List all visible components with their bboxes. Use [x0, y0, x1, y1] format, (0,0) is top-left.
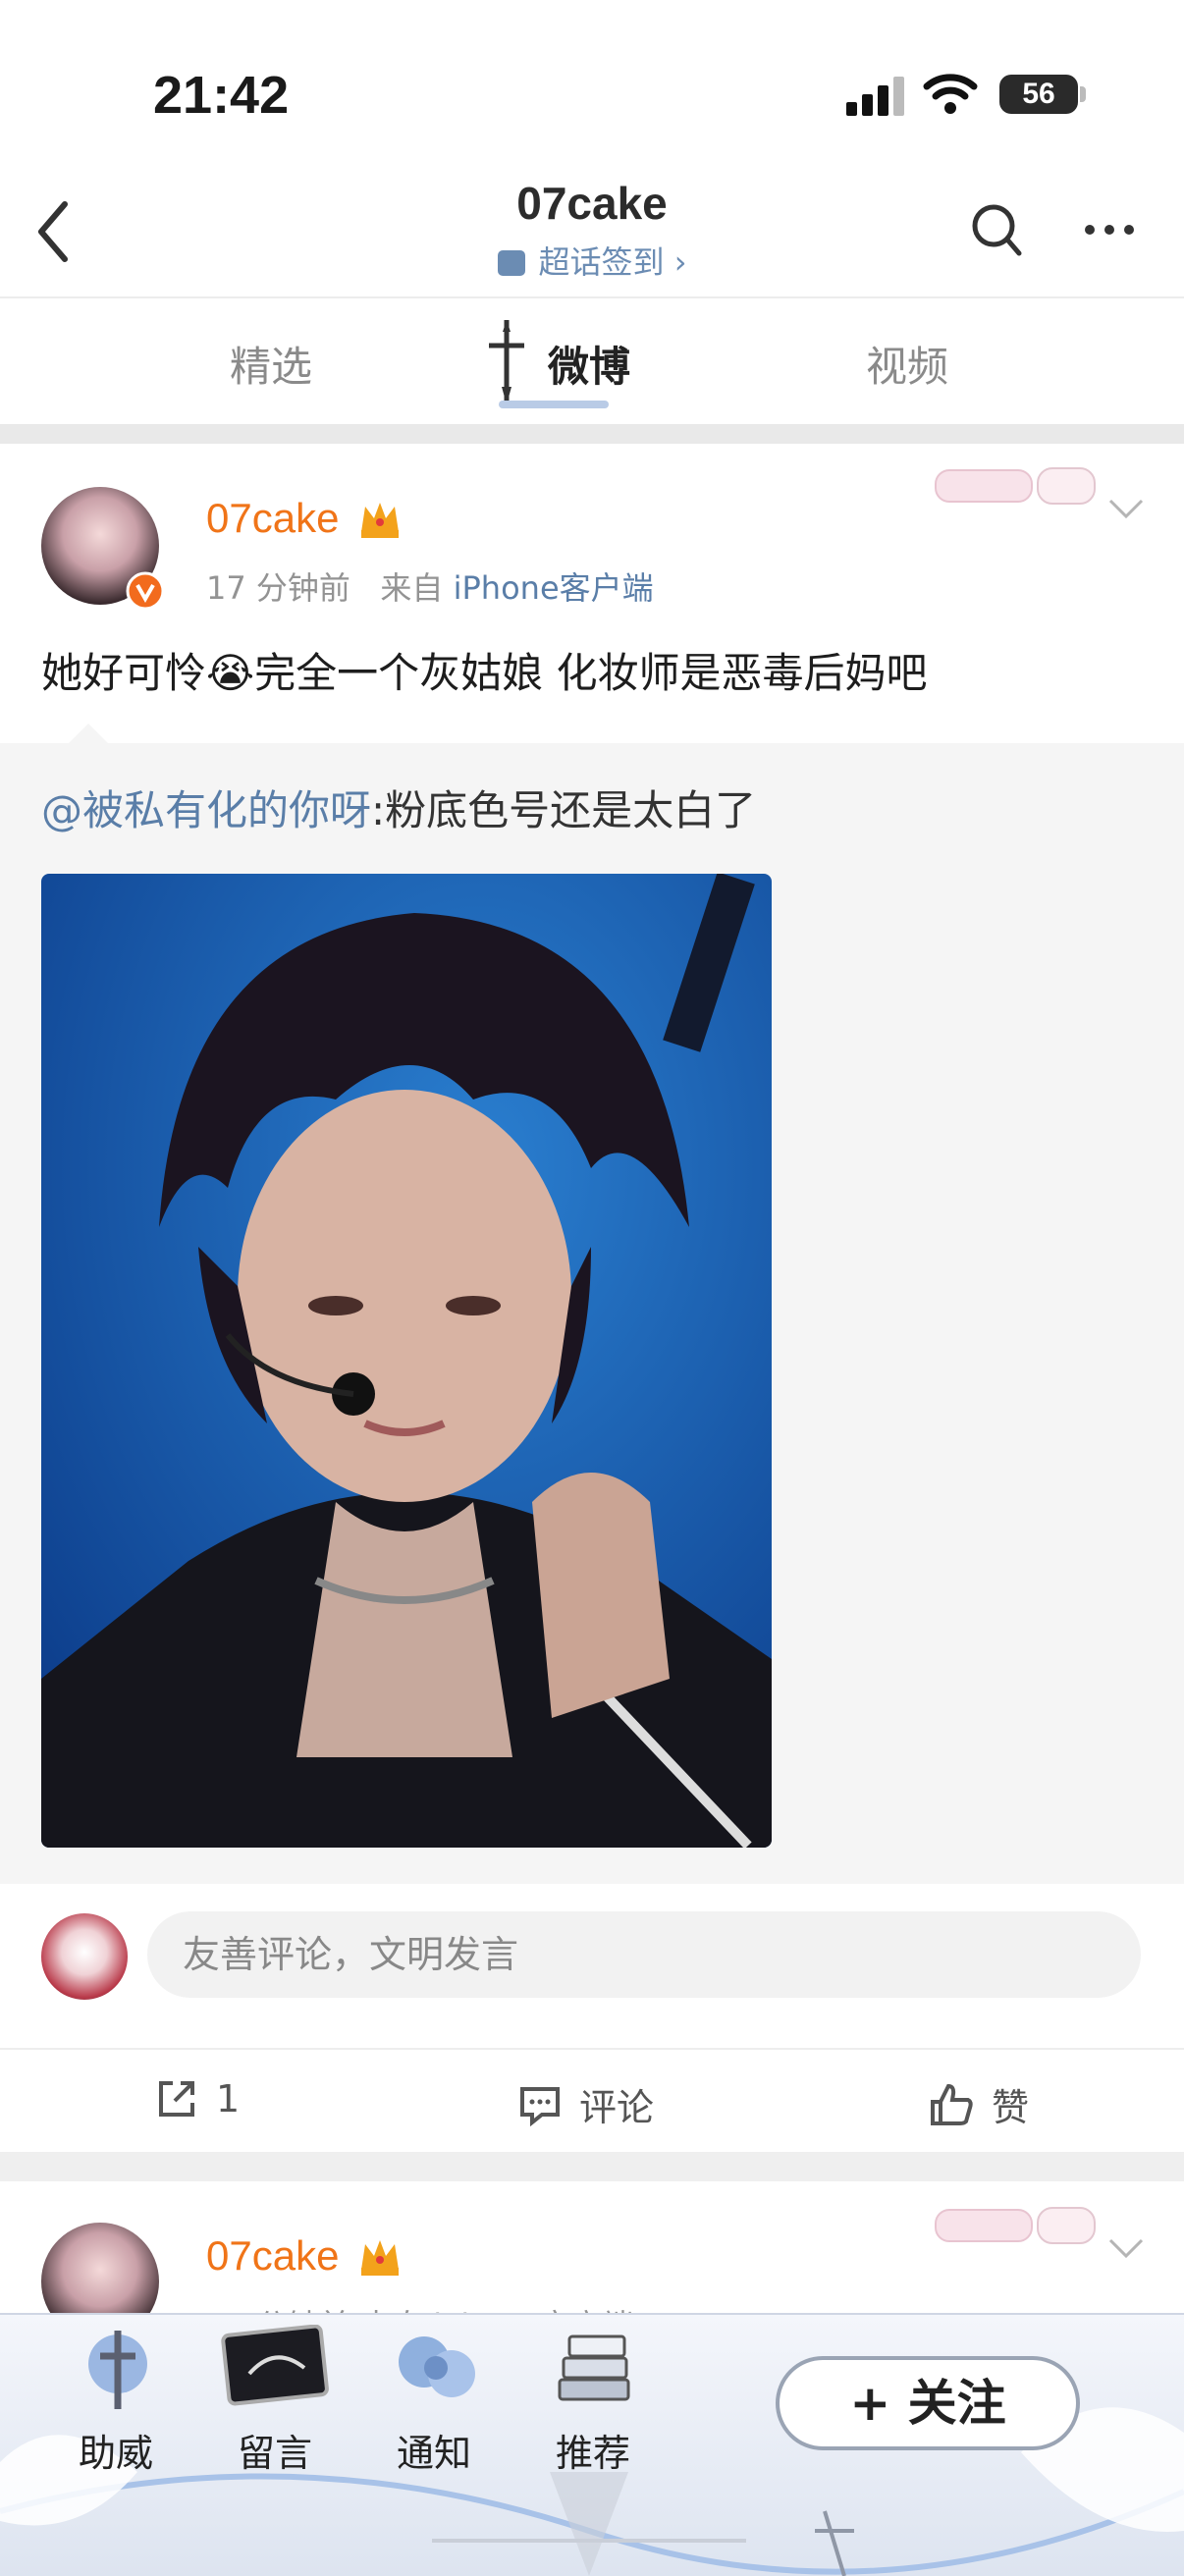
- message-icon: [221, 2325, 329, 2406]
- battery-indicator: 56: [999, 75, 1078, 114]
- repost-count: 1: [216, 2077, 241, 2120]
- nav-header: 07cake 超话签到 ›: [0, 177, 1184, 298]
- cellular-signal-icon: [846, 77, 904, 116]
- chevron-down-icon[interactable]: [1107, 497, 1145, 520]
- post2-username[interactable]: 07cake: [206, 2232, 339, 2280]
- comment-label: 评论: [579, 2086, 655, 2129]
- post-meta: 17 分钟前 来自 iPhone客户端: [206, 564, 654, 609]
- status-time: 21:42: [153, 66, 290, 125]
- checkin-calendar-icon: [497, 250, 525, 276]
- post-card: 07cake 17 分钟前 来自 iPhone客户端 她好可怜😭完全一个灰姑娘 …: [0, 444, 1184, 2152]
- comment-icon: [520, 2086, 560, 2126]
- like-button[interactable]: 赞: [929, 2077, 1029, 2131]
- post-photo[interactable]: [41, 874, 772, 1848]
- more-options-icon[interactable]: [1082, 222, 1137, 238]
- quoted-mention[interactable]: @被私有化的你呀: [41, 786, 371, 834]
- bottom-item-message-label: 留言: [237, 2432, 312, 2475]
- decoration-sticker: [935, 469, 1033, 503]
- current-user-avatar: [41, 1913, 128, 2000]
- cat-sticker: [1037, 2207, 1096, 2244]
- rose-notify-icon: [399, 2336, 475, 2397]
- chevron-down-icon[interactable]: [1107, 2236, 1145, 2260]
- share-icon: [159, 2081, 194, 2117]
- decoration-sticker: [935, 2209, 1033, 2242]
- search-icon[interactable]: [970, 202, 1025, 261]
- post-time: 17 分钟前: [206, 569, 350, 607]
- post-text-part-1: 她好可怜: [41, 649, 207, 697]
- cheer-icon: [88, 2331, 147, 2409]
- cat-sticker: [1037, 467, 1096, 505]
- supertopic-label: 超话签到: [538, 243, 665, 281]
- crown-icon: [361, 2240, 399, 2276]
- battery-cap: [1080, 86, 1086, 102]
- chevron-right-icon: ›: [673, 243, 687, 281]
- quoted-body: :粉底色号还是太白了: [371, 786, 757, 834]
- bottom-item-cheer-label: 助威: [78, 2432, 153, 2475]
- crying-emoji: 😭: [206, 649, 255, 697]
- books-recommend-icon: [558, 2334, 630, 2401]
- comment-row: 友善评论，文明发言: [0, 1884, 1184, 2021]
- bottom-action-bar: 助威 留言 通知 推荐 + 关注: [0, 2313, 1184, 2576]
- like-label: 赞: [992, 2086, 1030, 2129]
- post-username[interactable]: 07cake: [206, 495, 339, 542]
- bottom-item-notify-label: 通知: [396, 2432, 471, 2475]
- quoted-text: @被私有化的你呀:粉底色号还是太白了: [41, 778, 756, 837]
- thumbs-up-icon: [931, 2083, 973, 2125]
- follow-button[interactable]: + 关注: [776, 2356, 1080, 2450]
- wifi-icon: [923, 74, 978, 114]
- comment-button[interactable]: 评论: [518, 2077, 654, 2131]
- repost-button[interactable]: 1: [155, 2077, 240, 2120]
- cross-ornament-icon: [489, 320, 524, 404]
- crown-icon: [361, 503, 399, 538]
- active-tab-underline: [499, 401, 609, 408]
- verified-badge-icon: [126, 571, 165, 611]
- quote-notch: [69, 724, 108, 743]
- tab-bar: 精选 微博 视频: [0, 298, 1184, 424]
- post-text: 她好可怜😭完全一个灰姑娘 化妆师是恶毒后妈吧: [41, 640, 927, 700]
- bottom-item-recommend-label: 推荐: [555, 2432, 630, 2475]
- post-source[interactable]: iPhone客户端: [454, 569, 654, 607]
- tab-video[interactable]: 视频: [866, 334, 948, 394]
- tab-featured[interactable]: 精选: [230, 334, 312, 394]
- photo-illustration: [41, 874, 772, 1848]
- comment-input[interactable]: 友善评论，文明发言: [147, 1911, 1141, 1998]
- section-divider: [0, 424, 1184, 444]
- post-text-part-2: 完全一个灰姑娘 化妆师是恶毒后妈吧: [254, 649, 928, 697]
- post-source-prefix: 来自: [380, 569, 444, 607]
- status-bar: 21:42 56: [0, 0, 1184, 177]
- tab-weibo[interactable]: 微博: [548, 334, 630, 394]
- post-action-bar: 1 评论 赞: [0, 2048, 1184, 2154]
